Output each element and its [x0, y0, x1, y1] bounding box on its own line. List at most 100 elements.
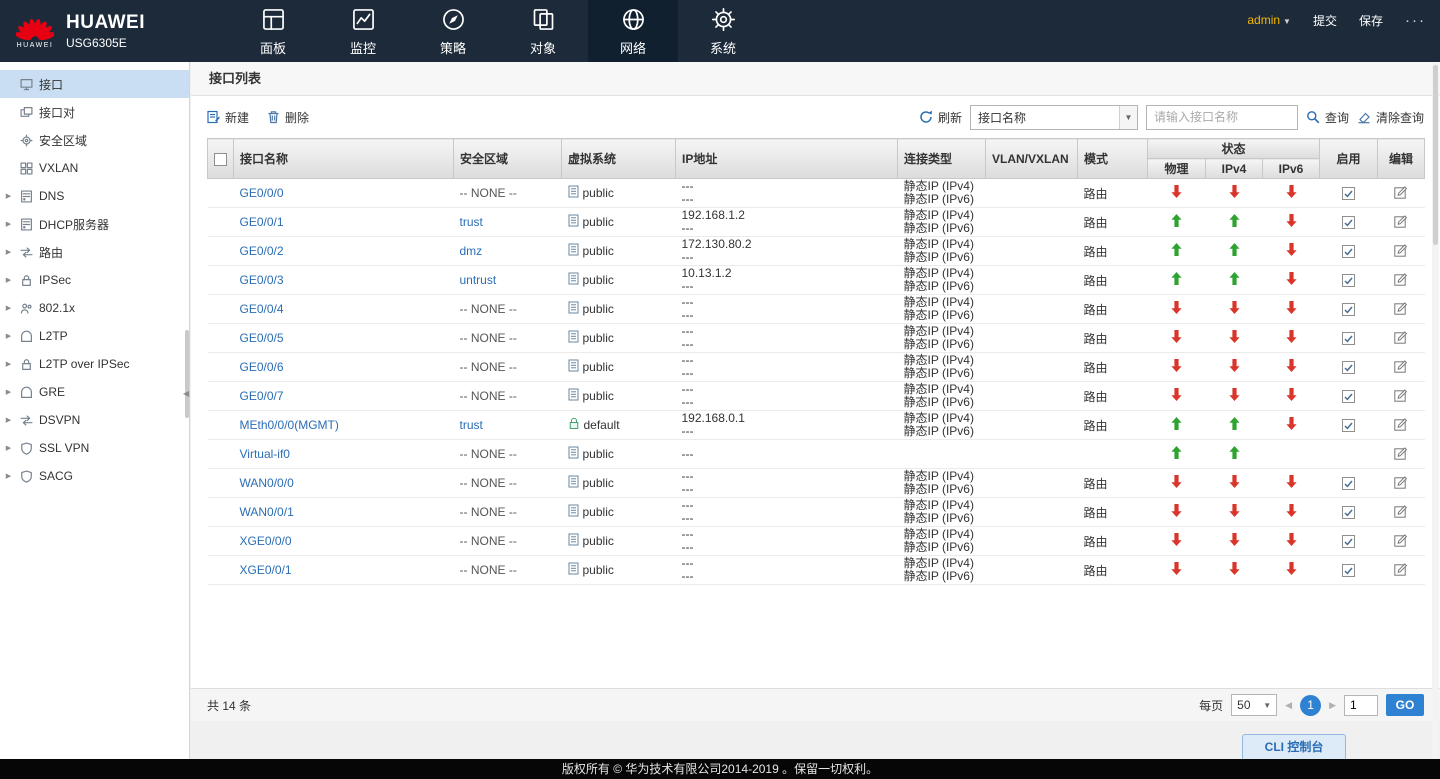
top-nav-policy[interactable]: 策略 — [408, 0, 498, 62]
current-page[interactable]: 1 — [1300, 694, 1322, 716]
expand-arrow-icon[interactable]: ▶ — [0, 248, 17, 256]
page-scrollbar[interactable] — [1432, 63, 1439, 758]
expand-arrow-icon[interactable]: ▶ — [0, 304, 17, 312]
select-all-checkbox[interactable] — [214, 152, 227, 166]
interface-name-link[interactable]: GE0/0/0 — [240, 186, 284, 200]
sidebar-item-dns[interactable]: ▶ DNS — [0, 182, 189, 210]
top-nav-dashboard[interactable]: 面板 — [228, 0, 318, 62]
edit-button[interactable] — [1394, 272, 1408, 286]
expand-arrow-icon[interactable]: ▶ — [0, 444, 17, 452]
sidebar-item-dsvpn[interactable]: ▶ DSVPN — [0, 406, 189, 434]
enable-checkbox[interactable] — [1342, 216, 1355, 230]
edit-button[interactable] — [1394, 533, 1408, 547]
interface-name-link[interactable]: GE0/0/5 — [240, 331, 284, 345]
sidebar-collapse-handle[interactable]: ◀ — [183, 389, 189, 398]
enable-checkbox[interactable] — [1342, 390, 1355, 404]
commit-button[interactable]: 提交 — [1313, 12, 1337, 29]
zone-link[interactable]: dmz — [460, 244, 483, 258]
sidebar-item-interface-pair[interactable]: 接口对 — [0, 98, 189, 126]
interface-name-link[interactable]: WAN0/0/1 — [240, 505, 294, 519]
more-menu[interactable]: ··· — [1405, 12, 1426, 29]
enable-checkbox[interactable] — [1342, 274, 1355, 288]
top-nav-object[interactable]: 对象 — [498, 0, 588, 62]
expand-arrow-icon[interactable]: ▶ — [0, 332, 17, 340]
interface-name-link[interactable]: Virtual-if0 — [240, 447, 290, 461]
sidebar-item-dot1x[interactable]: ▶ 802.1x — [0, 294, 189, 322]
delete-button[interactable]: 删除 — [267, 109, 309, 126]
expand-arrow-icon[interactable]: ▶ — [0, 360, 17, 368]
new-button[interactable]: 新建 — [207, 109, 249, 126]
per-page-select[interactable]: 50 ▼ — [1231, 694, 1278, 716]
expand-arrow-icon[interactable]: ▶ — [0, 416, 17, 424]
top-nav-network[interactable]: 网络 — [588, 0, 678, 62]
edit-button[interactable] — [1394, 417, 1408, 431]
sidebar-item-vxlan[interactable]: VXLAN — [0, 154, 189, 182]
edit-button[interactable] — [1394, 185, 1408, 199]
enable-checkbox[interactable] — [1342, 535, 1355, 549]
enable-checkbox[interactable] — [1342, 506, 1355, 520]
interface-name-link[interactable]: XGE0/0/0 — [240, 534, 292, 548]
interface-name-link[interactable]: GE0/0/1 — [240, 215, 284, 229]
top-nav-monitor[interactable]: 监控 — [318, 0, 408, 62]
filter-field-select[interactable]: 接口名称 ▼ — [969, 104, 1138, 130]
refresh-button[interactable]: 刷新 — [919, 109, 962, 126]
go-button[interactable]: GO — [1386, 694, 1424, 716]
enable-checkbox[interactable] — [1342, 477, 1355, 491]
sidebar-scrollbar[interactable] — [185, 330, 189, 418]
enable-checkbox[interactable] — [1342, 303, 1355, 317]
edit-button[interactable] — [1394, 446, 1408, 460]
save-button[interactable]: 保存 — [1359, 12, 1383, 29]
sidebar-item-sacg[interactable]: ▶ SACG — [0, 462, 189, 490]
clear-query-button[interactable]: 清除查询 — [1357, 109, 1424, 126]
top-nav-system[interactable]: 系统 — [678, 0, 768, 62]
enable-checkbox[interactable] — [1342, 419, 1355, 433]
interface-name-link[interactable]: GE0/0/7 — [240, 389, 284, 403]
search-input[interactable] — [1145, 104, 1298, 130]
edit-button[interactable] — [1394, 301, 1408, 315]
sidebar-item-ssl-vpn[interactable]: ▶ SSL VPN — [0, 434, 189, 462]
sidebar-item-l2tp[interactable]: ▶ L2TP — [0, 322, 189, 350]
enable-checkbox[interactable] — [1342, 332, 1355, 346]
zone-link[interactable]: trust — [460, 418, 483, 432]
interface-name-link[interactable]: GE0/0/3 — [240, 273, 284, 287]
zone-link[interactable]: untrust — [460, 273, 497, 287]
expand-arrow-icon[interactable]: ▶ — [0, 388, 17, 396]
edit-button[interactable] — [1394, 243, 1408, 257]
enable-checkbox[interactable] — [1342, 564, 1355, 578]
interface-name-link[interactable]: GE0/0/6 — [240, 360, 284, 374]
interface-name-link[interactable]: MEth0/0/0(MGMT) — [240, 418, 339, 432]
interface-name-link[interactable]: XGE0/0/1 — [240, 563, 292, 577]
sidebar-item-interface[interactable]: 接口 — [0, 70, 189, 98]
prev-page-icon[interactable]: ◀ — [1285, 700, 1292, 711]
interface-name-link[interactable]: WAN0/0/0 — [240, 476, 294, 490]
cli-console-button[interactable]: CLI 控制台 — [1242, 734, 1346, 759]
sidebar-item-l2tp-over-ipsec[interactable]: ▶ L2TP over IPSec — [0, 350, 189, 378]
expand-arrow-icon[interactable]: ▶ — [0, 472, 17, 480]
expand-arrow-icon[interactable]: ▶ — [0, 192, 17, 200]
expand-arrow-icon[interactable]: ▶ — [0, 220, 17, 228]
sidebar-item-gre[interactable]: ▶ GRE — [0, 378, 189, 406]
sidebar-item-dhcp-server[interactable]: ▶ DHCP服务器 — [0, 210, 189, 238]
page-input[interactable] — [1344, 694, 1378, 716]
interface-name-link[interactable]: GE0/0/4 — [240, 302, 284, 316]
enable-checkbox[interactable] — [1342, 245, 1355, 259]
sidebar-item-ipsec[interactable]: ▶ IPSec — [0, 266, 189, 294]
edit-button[interactable] — [1394, 504, 1408, 518]
user-menu[interactable]: admin ▼ — [1247, 13, 1291, 27]
sidebar-item-route[interactable]: ▶ 路由 — [0, 238, 189, 266]
expand-arrow-icon[interactable]: ▶ — [0, 276, 17, 284]
enable-checkbox[interactable] — [1342, 187, 1355, 201]
edit-button[interactable] — [1394, 214, 1408, 228]
enable-checkbox[interactable] — [1342, 361, 1355, 375]
interface-name-link[interactable]: GE0/0/2 — [240, 244, 284, 258]
edit-button[interactable] — [1394, 562, 1408, 576]
query-button[interactable]: 查询 — [1306, 109, 1349, 126]
edit-button[interactable] — [1394, 359, 1408, 373]
next-page-icon[interactable]: ▶ — [1329, 700, 1336, 711]
scrollbar-thumb[interactable] — [1433, 65, 1438, 245]
zone-link[interactable]: trust — [460, 215, 483, 229]
sidebar-item-security-zone[interactable]: 安全区域 — [0, 126, 189, 154]
edit-button[interactable] — [1394, 475, 1408, 489]
edit-button[interactable] — [1394, 330, 1408, 344]
edit-button[interactable] — [1394, 388, 1408, 402]
